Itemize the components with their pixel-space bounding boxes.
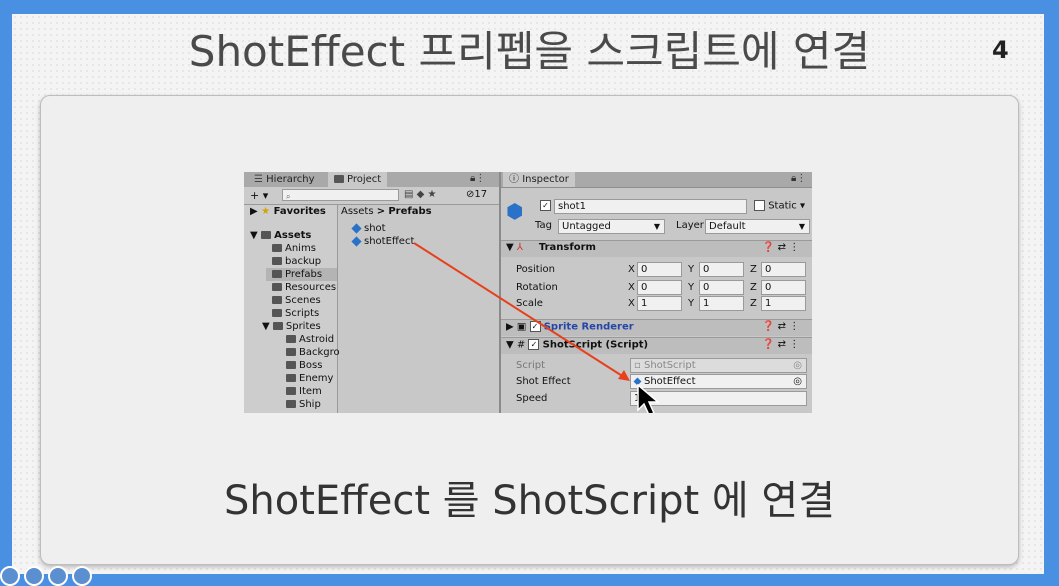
more-icon[interactable] — [48, 566, 68, 586]
page-number: 4 — [992, 36, 1009, 64]
mouse-cursor-icon — [637, 384, 661, 413]
unity-editor-screenshot: ☰ Hierarchy Project 🔒︎⋮ + ▾ ⌕ ▤ ◆ ★ ⊘17 … — [244, 172, 812, 413]
slide-nav — [0, 566, 140, 586]
arrow-line — [413, 242, 628, 380]
menu-icon[interactable] — [24, 566, 44, 586]
next-slide-icon[interactable] — [72, 566, 92, 586]
slide-caption: ShotEffect 를 ShotScript 에 연결 — [224, 478, 835, 524]
drag-arrow — [413, 242, 630, 381]
slide-title: ShotEffect 프리펩을 스크립트에 연결 — [188, 27, 871, 76]
prev-slide-icon[interactable] — [0, 566, 20, 586]
